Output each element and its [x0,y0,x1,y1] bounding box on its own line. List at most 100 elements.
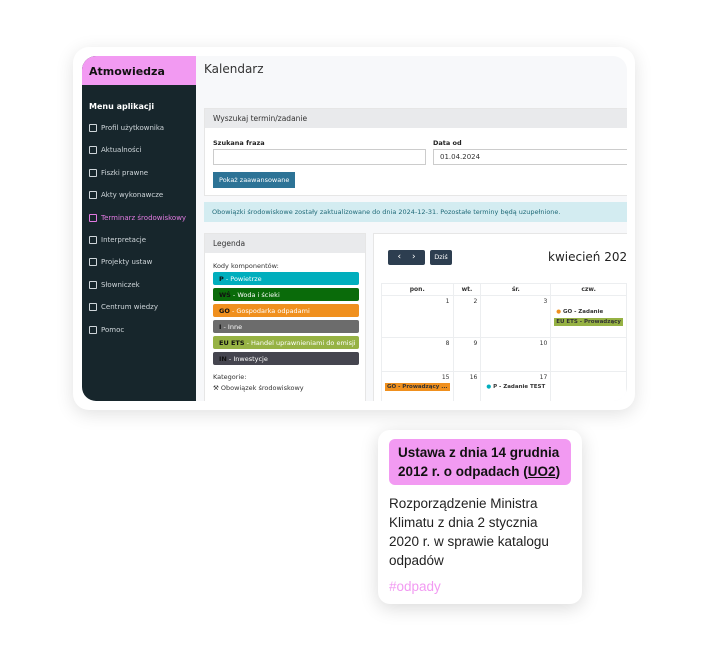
file-icon [89,191,97,200]
day-cell[interactable]: ● GO - Zadanie EU ETS - Prowadzący [550,295,627,338]
legend-code: WŚ - Woda i ścieki [213,288,359,301]
sidebar-item[interactable]: Profil użytkownika [89,124,164,132]
day-header: wt. [452,283,482,296]
code-name: Gospodarka odpadami [236,307,310,315]
day-cell[interactable]: 2 [452,295,482,338]
sidebar: Atmowiedza Menu aplikacji Profil użytkow… [82,56,196,401]
card-title-end: ) [555,464,561,479]
day-cell[interactable]: 17 ● P - Zadanie TEST [480,371,552,401]
code-name: Woda i ścieki [237,291,280,299]
info-alert: Obowiązki środowiskowe zostały zaktualiz… [204,202,627,222]
sidebar-item[interactable]: Interpretacje [89,236,146,244]
bookmark-icon [89,303,97,312]
calendar-nav: ‹ › [388,250,425,265]
today-button[interactable]: Dziś [430,250,452,265]
sidebar-item-label: Centrum wiedzy [101,303,158,312]
card-body: Rozporządzenie Ministra Klimatu z dnia 2… [389,496,549,568]
hammer-icon: ⚒ [213,384,219,392]
event-p[interactable]: P - Zadanie TEST [493,384,545,390]
help-icon [89,325,97,334]
sidebar-item-label: Projekty ustaw [101,258,153,267]
day-cell[interactable]: 9 [452,337,482,372]
card-title: Ustawa z dnia 14 grudnia 2012 r. o odpad… [389,439,571,485]
search-panel-header: Wyszukaj termin/zadanie [205,109,627,128]
page-title: Kalendarz [204,62,264,76]
code-abbr: GO [219,307,230,315]
category-item: Obowiązek środowiskowy [220,384,304,392]
card-tag[interactable]: #odpady [389,579,571,594]
code-name: Inne [227,323,243,331]
code-abbr: IN [219,355,227,363]
day-cell[interactable]: 1 [381,295,454,338]
code-name: Powietrze [230,275,262,283]
show-advanced-button[interactable]: Pokaż zaawansowane [213,172,296,188]
code-name: Inwestycje [233,355,268,363]
event-eu-ets[interactable]: EU ETS - Prowadzący [554,318,623,326]
code-abbr: I [219,323,222,331]
legend-panel: Legenda Kody komponentów: P - Powietrze W… [204,233,366,401]
event-go[interactable]: GO - Prowadzący ... [385,383,450,391]
day-cell[interactable]: 15 GO - Prowadzący ... [381,371,454,401]
edit-icon [89,258,97,267]
legend-code: EU ETS - Handel uprawnieniami do emisji [213,336,359,349]
sidebar-item-label: Terminarz środowiskowy [101,213,187,222]
legend-code: GO - Gospodarka odpadami [213,304,359,317]
day-number: 15 [441,374,450,381]
code-abbr: WŚ [219,291,231,299]
sidebar-item[interactable]: Fiszki prawne [89,168,149,177]
sidebar-item-label: Profil użytkownika [101,124,165,132]
folder-icon [89,168,97,177]
prev-month-button[interactable]: ‹ [397,252,401,262]
day-cell[interactable]: 8 [381,337,454,372]
legend-header: Legenda [205,234,365,253]
sidebar-item-label: Słowniczek [101,280,140,289]
brand-logo[interactable]: Atmowiedza [82,56,196,85]
codes-label: Kody komponentów: [213,262,279,270]
phrase-label: Szukana fraza [213,139,265,147]
legend-code: P - Powietrze [213,272,359,285]
sidebar-item[interactable]: Centrum wiedzy [89,303,158,312]
day-header: pon. [381,283,454,296]
search-phrase-input[interactable] [213,149,426,165]
calendar-month-title: kwiecień 2024 [548,250,627,264]
code-abbr: EU ETS [219,339,245,347]
menu-title: Menu aplikacji [89,102,155,111]
sidebar-item-label: Interpretacje [101,236,147,244]
sidebar-item[interactable]: Terminarz środowiskowy [89,213,187,222]
day-number: 17 [539,374,548,381]
sidebar-item-label: Aktualności [101,146,142,155]
day-header: śr. [480,283,552,296]
sidebar-item-label: Akty wykonawcze [101,191,164,200]
day-cell[interactable]: 3 [480,295,552,338]
event-go[interactable]: GO - Zadanie [563,309,603,315]
code-abbr: P [219,275,224,283]
home-icon [89,146,97,155]
categories-label: Kategorie: [213,373,247,381]
people-icon [89,236,97,244]
sidebar-item[interactable]: Aktualności [89,146,142,155]
sidebar-item[interactable]: Pomoc [89,325,125,334]
sidebar-item-label: Pomoc [101,325,125,334]
day-cell[interactable] [550,337,627,372]
card-title-link[interactable]: UO2 [528,464,556,479]
sidebar-item[interactable]: Akty wykonawcze [89,191,164,200]
day-cell[interactable]: 10 [480,337,552,372]
day-cell[interactable] [550,371,627,401]
sidebar-item-label: Fiszki prawne [101,168,149,177]
checkbox-icon [89,124,97,132]
sidebar-item[interactable]: Projekty ustaw [89,258,153,267]
book-icon [89,280,97,289]
legend-code: I - Inne [213,320,359,333]
day-cell[interactable]: 16 [452,371,482,401]
search-panel: Wyszukaj termin/zadanie Szukana fraza Da… [204,108,627,196]
legend-code: IN - Inwestycje [213,352,359,365]
date-label: Data od [433,139,462,147]
next-month-button[interactable]: › [412,252,416,262]
code-name: Handel uprawnieniami do emisji [251,339,356,347]
sidebar-item[interactable]: Słowniczek [89,280,140,289]
date-from-input[interactable]: 01.04.2024 [433,149,627,165]
app: Atmowiedza Menu aplikacji Profil użytkow… [82,56,627,401]
calendar-grid: pon. wt. śr. czw. 1 2 3 ● GO - Zadanie EU ETS -… [381,283,627,401]
law-card: Ustawa z dnia 14 grudnia 2012 r. o odpad… [378,430,582,604]
day-header: czw. [550,283,627,296]
